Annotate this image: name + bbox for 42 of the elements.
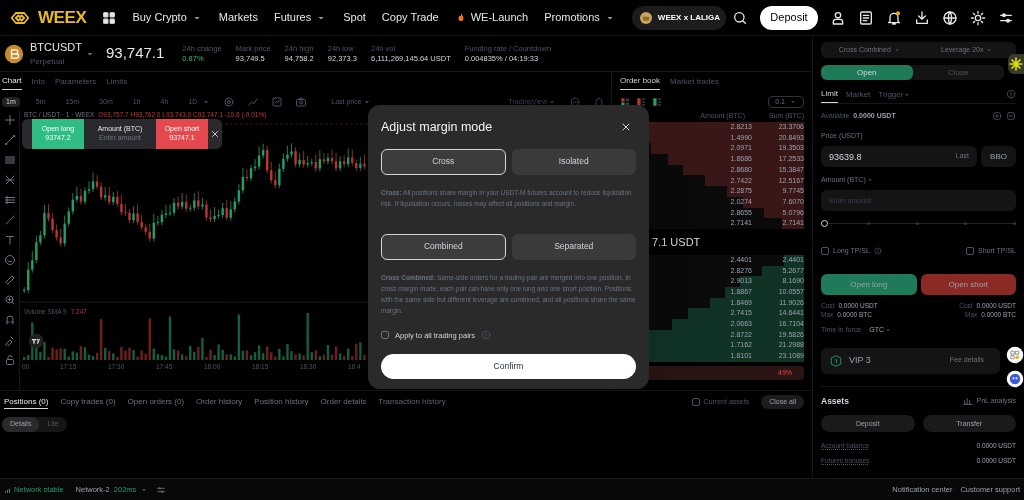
order-book-tab[interactable]: Market trades bbox=[670, 76, 719, 90]
option-button[interactable]: Combined bbox=[381, 233, 506, 260]
position-tab[interactable]: Open orders (0) bbox=[127, 396, 185, 408]
position-tab[interactable]: Copy trades (0) bbox=[60, 396, 116, 408]
bbo-button[interactable]: BBO bbox=[981, 146, 1016, 167]
side-tab[interactable]: Close bbox=[912, 65, 1004, 80]
position-tab[interactable]: Order details bbox=[320, 396, 367, 408]
order-book-tab[interactable]: Order book bbox=[620, 75, 661, 90]
logo-text[interactable]: WEEX bbox=[38, 4, 87, 31]
nav-link[interactable]: Promotions bbox=[544, 9, 616, 26]
confirm-button[interactable]: Confirm bbox=[381, 354, 636, 379]
chart-tab[interactable]: Info bbox=[31, 76, 45, 90]
position-tab[interactable]: Positions (0) bbox=[4, 395, 49, 409]
order-type-tab[interactable]: Trigger bbox=[878, 89, 912, 103]
order-type-tab[interactable]: Limit bbox=[821, 88, 838, 103]
mid-price: 7.1 USDT bbox=[652, 234, 701, 250]
nav-link[interactable]: WE-Launch bbox=[454, 9, 529, 26]
nav-link[interactable]: Spot bbox=[343, 9, 366, 26]
chart-tab[interactable]: Parameters bbox=[54, 76, 97, 90]
nav-link[interactable]: Futures bbox=[273, 9, 328, 26]
nav-link[interactable]: Markets bbox=[218, 9, 258, 26]
nav-link[interactable]: Buy Crypto bbox=[132, 9, 203, 26]
position-tab[interactable]: Position history bbox=[254, 396, 309, 408]
side-tab[interactable]: Open bbox=[821, 65, 913, 80]
option-button[interactable]: Separated bbox=[511, 233, 636, 260]
option-button[interactable]: Isolated bbox=[511, 148, 636, 175]
chart-tab[interactable]: Limits bbox=[106, 76, 128, 90]
nav-link[interactable]: Copy Trade bbox=[381, 9, 439, 26]
contract-type: Perpetual bbox=[30, 55, 66, 68]
dialog-title: Adjust margin mode bbox=[381, 119, 493, 136]
position-tab[interactable]: Transaction history bbox=[378, 396, 446, 408]
symbol-name[interactable]: BTCUSDT bbox=[30, 39, 82, 56]
option-button[interactable]: Cross bbox=[381, 148, 506, 175]
vip-level: VIP 3 bbox=[849, 353, 871, 367]
position-tab[interactable]: Order history bbox=[196, 396, 243, 408]
deposit-button[interactable]: Deposit bbox=[760, 5, 818, 30]
open-short-button[interactable]: Open short bbox=[920, 274, 1016, 295]
promo-badge[interactable]: WEEX x LALIGA bbox=[631, 5, 727, 30]
chart-tab[interactable]: Chart bbox=[2, 75, 22, 90]
last-price: 93,747.1 bbox=[105, 43, 165, 64]
assets-heading: Assets bbox=[821, 394, 849, 408]
order-type-tab[interactable]: Market bbox=[845, 89, 871, 103]
